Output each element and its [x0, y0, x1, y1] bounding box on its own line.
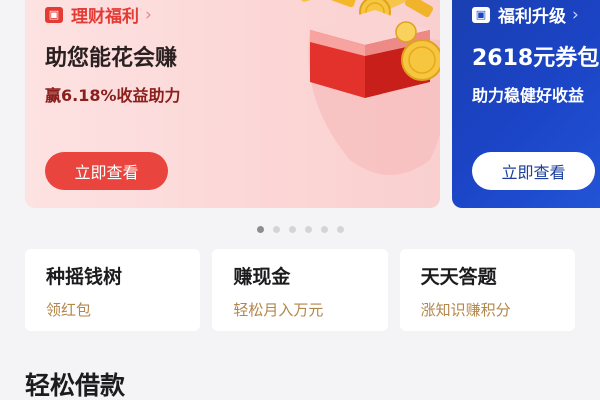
feature-card-money-tree[interactable]: 种摇钱树 领红包: [25, 249, 201, 331]
feature-subtitle: 轻松月入万元: [233, 301, 324, 319]
feature-subtitle: 领红包: [46, 301, 92, 319]
banner-tag-label: 福利升级: [498, 7, 566, 27]
chevron-right-icon: ›: [572, 4, 579, 25]
chevron-right-icon: ›: [145, 4, 152, 25]
feature-subtitle: 涨知识赚积分: [420, 301, 511, 319]
carousel-pagination: [0, 226, 600, 233]
banner-tag[interactable]: ▣ 理财福利 ›: [45, 2, 152, 27]
gift-icon: ▣: [472, 6, 490, 23]
banner-title: 2618元券包: [472, 46, 600, 71]
feature-grid: 种摇钱树 领红包 赚现金 轻松月入万元 天天答题 涨知识赚积分: [25, 249, 575, 331]
ticket-icon: ▣: [45, 6, 63, 23]
feature-title: 赚现金: [233, 266, 291, 288]
banner-card-coupon[interactable]: ▣ 福利升级 › 2618元券包 助力稳健好收益 立即查看: [452, 0, 600, 208]
promo-carousel[interactable]: ▣ 理财福利 › 助您能花会赚 赢6.18%收益助力 立即查看 ▣ 福利升级 ›…: [0, 0, 600, 222]
pagination-dot[interactable]: [336, 226, 344, 233]
feature-title: 天天答题: [420, 266, 497, 288]
feature-title: 种摇钱树: [46, 266, 123, 288]
pagination-dot[interactable]: [288, 226, 296, 233]
banner-tag-label: 理财福利: [71, 7, 139, 27]
banner-tag[interactable]: ▣ 福利升级 ›: [472, 2, 579, 27]
banner-subtitle: 赢6.18%收益助力: [45, 86, 181, 105]
pagination-dot[interactable]: [272, 226, 280, 233]
banner-card-finance[interactable]: ▣ 理财福利 › 助您能花会赚 赢6.18%收益助力 立即查看: [25, 0, 440, 208]
feature-card-daily-quiz[interactable]: 天天答题 涨知识赚积分: [399, 249, 575, 331]
pagination-dot[interactable]: [320, 226, 328, 233]
red-envelope-coins-illustration: [299, 0, 440, 175]
banner-subtitle: 助力稳健好收益: [472, 86, 585, 105]
view-now-button[interactable]: 立即查看: [45, 152, 168, 190]
view-now-button[interactable]: 立即查看: [472, 152, 595, 190]
banner-title: 助您能花会赚: [45, 46, 178, 71]
pagination-dot[interactable]: [256, 226, 264, 233]
feature-card-earn-cash[interactable]: 赚现金 轻松月入万元: [212, 249, 388, 331]
pagination-dot[interactable]: [304, 226, 312, 233]
section-title-loans: 轻松借款: [25, 371, 126, 400]
